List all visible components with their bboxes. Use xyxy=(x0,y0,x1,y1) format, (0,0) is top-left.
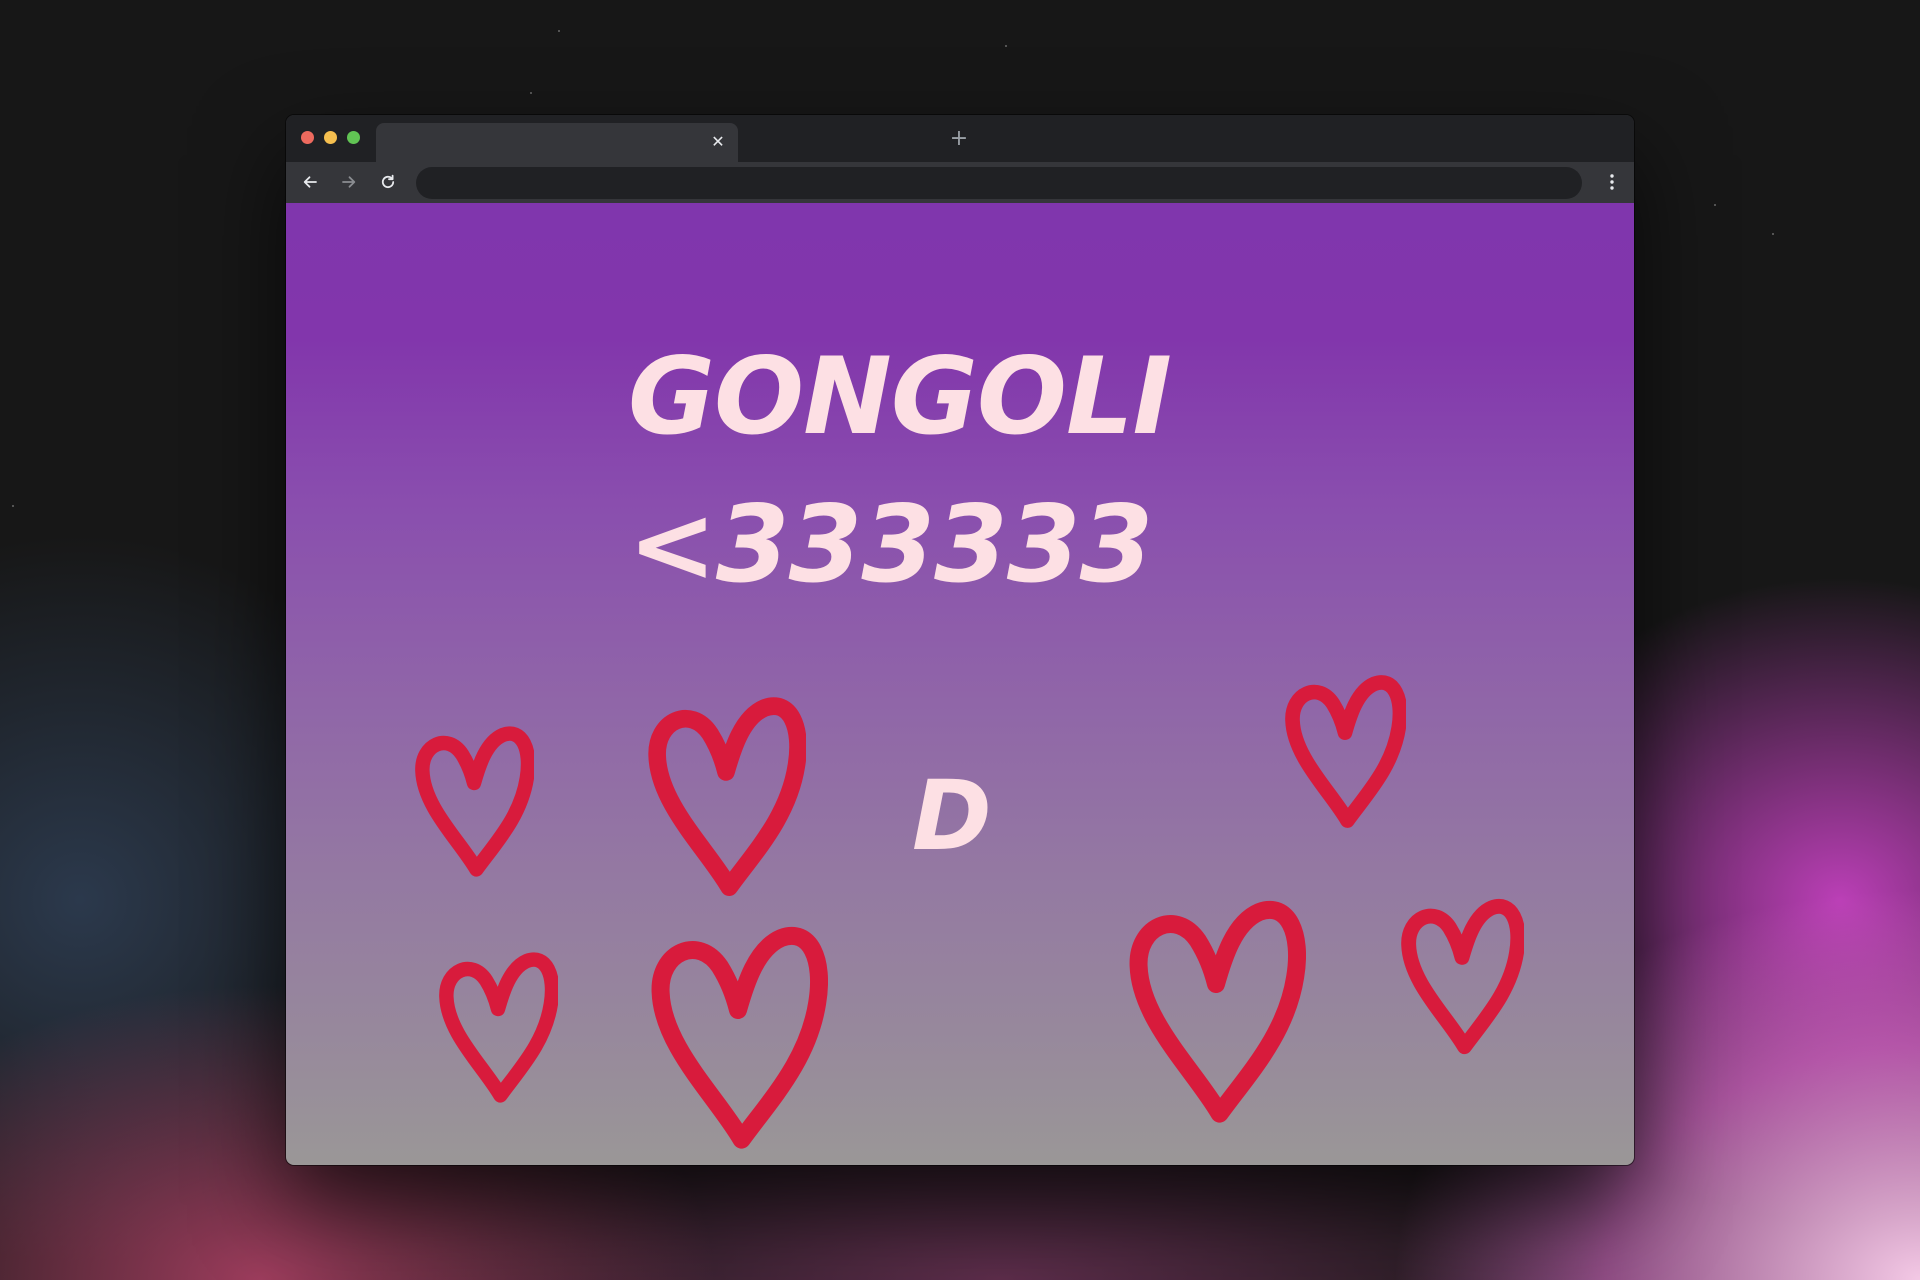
kebab-menu-icon[interactable] xyxy=(1600,168,1624,196)
heart-icon xyxy=(648,697,806,896)
browser-tab[interactable]: ✕ xyxy=(376,123,738,162)
heart-icon xyxy=(1285,675,1406,828)
address-bar[interactable] xyxy=(416,167,1582,199)
browser-window: ✕ + GONGOLI <333333 D xyxy=(286,115,1634,1165)
background-star xyxy=(1005,45,1007,47)
background-star xyxy=(1772,233,1774,235)
background-star xyxy=(1714,204,1716,206)
arrow-right-icon[interactable] xyxy=(335,168,363,196)
arrow-left-icon[interactable] xyxy=(296,168,324,196)
plus-icon[interactable]: + xyxy=(946,126,972,152)
heart-icon xyxy=(651,927,828,1149)
maximize-window-button[interactable] xyxy=(347,131,360,144)
page-content: GONGOLI <333333 D xyxy=(286,203,1634,1165)
reload-icon[interactable] xyxy=(374,168,402,196)
heart-icon xyxy=(439,952,558,1103)
close-icon[interactable]: ✕ xyxy=(708,132,728,152)
browser-toolbar xyxy=(286,162,1634,203)
page-title: GONGOLI xyxy=(628,335,1172,458)
background-star xyxy=(12,505,14,507)
heart-icon xyxy=(1401,898,1524,1055)
tab-bar: ✕ + xyxy=(286,115,1634,162)
background-star xyxy=(530,92,532,94)
page-letter: D xyxy=(912,760,992,872)
background-star xyxy=(558,30,560,32)
page-subtitle: <333333 xyxy=(628,483,1153,606)
heart-icon xyxy=(415,726,534,877)
heart-icon xyxy=(1129,901,1306,1123)
close-window-button[interactable] xyxy=(301,131,314,144)
minimize-window-button[interactable] xyxy=(324,131,337,144)
